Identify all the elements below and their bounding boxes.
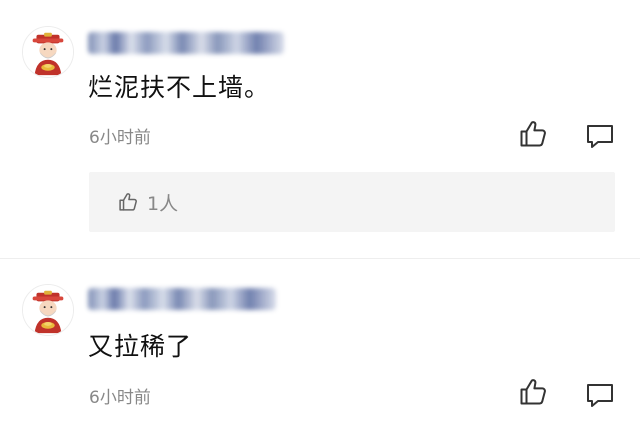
thumbs-up-icon — [117, 191, 139, 213]
comment-time: 6小时前 — [89, 128, 151, 148]
thumbs-up-icon[interactable] — [517, 118, 549, 150]
comment-time: 6小时前 — [89, 388, 151, 408]
thumbs-up-icon[interactable] — [517, 376, 549, 408]
likes-summary[interactable]: 1人 — [89, 172, 615, 232]
comment-text: 烂泥扶不上墙。 — [88, 73, 271, 102]
user-avatar[interactable] — [22, 26, 74, 78]
comment-text: 又拉稀了 — [88, 332, 193, 361]
comment-item: 又拉稀了 6小时前 — [0, 259, 640, 434]
user-avatar[interactable] — [22, 284, 74, 336]
comment-item: 烂泥扶不上墙。 6小时前 1人 — [0, 0, 640, 258]
caishen-avatar-icon — [23, 285, 73, 335]
username-redacted[interactable] — [88, 32, 284, 54]
comment-bubble-icon[interactable] — [584, 379, 616, 411]
username-redacted[interactable] — [88, 288, 276, 310]
comment-list: 烂泥扶不上墙。 6小时前 1人 又拉稀了 6小时前 — [0, 0, 640, 434]
caishen-avatar-icon — [23, 27, 73, 77]
comment-bubble-icon[interactable] — [584, 120, 616, 152]
likes-count: 1人 — [147, 193, 179, 215]
